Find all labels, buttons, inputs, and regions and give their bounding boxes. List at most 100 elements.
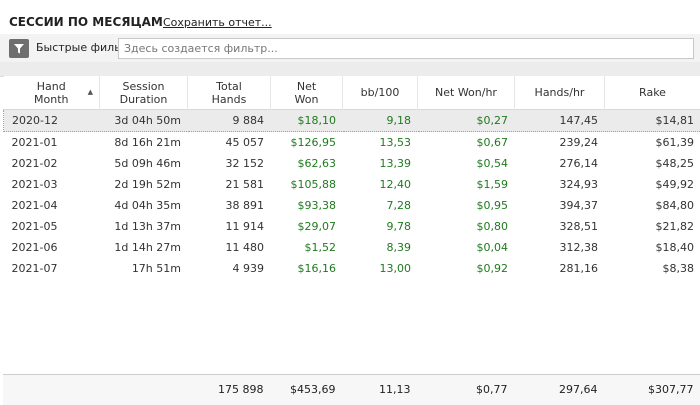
totals-row: 175 898 $453,69 11,13 $0,77 297,64 $307,…: [3, 374, 700, 405]
total-hands-hr: 297,64: [514, 375, 604, 404]
column-header-bb100[interactable]: bb/100: [343, 76, 418, 110]
cell-month: 2020-12: [4, 110, 100, 132]
quick-filter-label: Быстрые фильтры: [36, 41, 118, 54]
column-header-label: Total: [216, 80, 242, 93]
cell-hands-hr: 324,93: [515, 174, 605, 195]
cell-duration: 1d 13h 37m: [100, 216, 188, 237]
cell-net-won-hr: $0,27: [418, 110, 515, 132]
cell-hands-hr: 147,45: [515, 110, 605, 132]
column-header-total-hands[interactable]: TotalHands: [188, 76, 271, 110]
cell-net-won: $126,95: [271, 132, 343, 154]
cell-bb100: 13,39: [343, 153, 418, 174]
cell-total-hands: 38 891: [188, 195, 271, 216]
cell-month: 2021-01: [4, 132, 100, 154]
cell-hands-hr: 394,37: [515, 195, 605, 216]
column-header-net-won-hr[interactable]: Net Won/hr: [418, 76, 515, 110]
cell-net-won-hr: $1,59: [418, 174, 515, 195]
cell-month: 2021-04: [4, 195, 100, 216]
cell-net-won: $105,88: [271, 174, 343, 195]
cell-net-won: $29,07: [271, 216, 343, 237]
column-header-label: Rake: [639, 86, 666, 99]
table-body: 2020-123d 04h 50m9 884$18,109,18$0,27147…: [4, 110, 700, 280]
column-header-hands-hr[interactable]: Hands/hr: [515, 76, 605, 110]
cell-rake: $21,82: [605, 216, 700, 237]
column-header-label: Won: [295, 93, 319, 106]
cell-bb100: 7,28: [343, 195, 418, 216]
cell-bb100: 9,18: [343, 110, 418, 132]
cell-duration: 3d 04h 50m: [100, 110, 188, 132]
cell-net-won: $1,52: [271, 237, 343, 258]
column-header-hand-month[interactable]: HandMonth ▲: [4, 76, 100, 110]
column-header-label: Session: [123, 80, 165, 93]
cell-bb100: 12,40: [343, 174, 418, 195]
cell-total-hands: 4 939: [188, 258, 271, 279]
table-row[interactable]: 2021-025d 09h 46m32 152$62,6313,39$0,542…: [4, 153, 700, 174]
cell-rake: $14,81: [605, 110, 700, 132]
column-header-label: Net: [297, 80, 316, 93]
cell-net-won-hr: $0,92: [418, 258, 515, 279]
cell-rake: $61,39: [605, 132, 700, 154]
total-rake: $307,77: [604, 375, 700, 404]
sort-ascending-icon: ▲: [88, 86, 93, 99]
cell-net-won-hr: $0,54: [418, 153, 515, 174]
cell-month: 2021-03: [4, 174, 100, 195]
column-header-session-duration[interactable]: SessionDuration: [100, 76, 188, 110]
column-header-label: Month: [34, 93, 68, 106]
table-header-row: HandMonth ▲ SessionDuration TotalHands Ne…: [4, 76, 700, 110]
cell-bb100: 13,53: [343, 132, 418, 154]
cell-rake: $18,40: [605, 237, 700, 258]
page-title: СЕССИИ ПО МЕСЯЦАМ: [9, 15, 163, 29]
cell-net-won: $62,63: [271, 153, 343, 174]
cell-total-hands: 21 581: [188, 174, 271, 195]
cell-net-won: $16,16: [271, 258, 343, 279]
column-header-rake[interactable]: Rake: [605, 76, 700, 110]
cell-hands-hr: 276,14: [515, 153, 605, 174]
total-hands: 175 898: [187, 375, 270, 404]
cell-month: 2021-02: [4, 153, 100, 174]
table-row[interactable]: 2021-018d 16h 21m45 057$126,9513,53$0,67…: [4, 132, 700, 154]
table-row[interactable]: 2021-051d 13h 37m11 914$29,079,78$0,8032…: [4, 216, 700, 237]
table-row[interactable]: 2021-0717h 51m4 939$16,1613,00$0,92281,1…: [4, 258, 700, 279]
cell-total-hands: 11 480: [188, 237, 271, 258]
cell-hands-hr: 312,38: [515, 237, 605, 258]
column-header-label: Hand: [37, 80, 66, 93]
cell-total-hands: 45 057: [188, 132, 271, 154]
cell-total-hands: 32 152: [188, 153, 271, 174]
total-bb100: 11,13: [342, 375, 417, 404]
cell-net-won: $93,38: [271, 195, 343, 216]
total-net-won-hr: $0,77: [417, 375, 514, 404]
cell-bb100: 8,39: [343, 237, 418, 258]
total-net-won: $453,69: [270, 375, 342, 404]
cell-total-hands: 9 884: [188, 110, 271, 132]
column-header-label: bb/100: [361, 86, 400, 99]
total-duration: [99, 375, 187, 404]
cell-rake: $8,38: [605, 258, 700, 279]
funnel-icon[interactable]: [9, 39, 29, 58]
cell-net-won-hr: $0,67: [418, 132, 515, 154]
cell-hands-hr: 281,16: [515, 258, 605, 279]
column-header-label: Duration: [120, 93, 168, 106]
grid-toolbar-strip: [0, 62, 700, 77]
cell-net-won-hr: $0,04: [418, 237, 515, 258]
table-row[interactable]: 2021-044d 04h 35m38 891$93,387,28$0,9539…: [4, 195, 700, 216]
table-row[interactable]: 2021-061d 14h 27m11 480$1,528,39$0,04312…: [4, 237, 700, 258]
table-row[interactable]: 2021-032d 19h 52m21 581$105,8812,40$1,59…: [4, 174, 700, 195]
cell-net-won: $18,10: [271, 110, 343, 132]
cell-duration: 17h 51m: [100, 258, 188, 279]
cell-net-won-hr: $0,95: [418, 195, 515, 216]
total-month: [3, 375, 99, 404]
column-header-net-won[interactable]: NetWon: [271, 76, 343, 110]
cell-hands-hr: 239,24: [515, 132, 605, 154]
sessions-table: HandMonth ▲ SessionDuration TotalHands Ne…: [3, 76, 700, 404]
totals-row-cells: 175 898 $453,69 11,13 $0,77 297,64 $307,…: [3, 375, 700, 404]
cell-duration: 4d 04h 35m: [100, 195, 188, 216]
column-header-label: Net Won/hr: [435, 86, 497, 99]
cell-duration: 5d 09h 46m: [100, 153, 188, 174]
cell-duration: 2d 19h 52m: [100, 174, 188, 195]
cell-rake: $84,80: [605, 195, 700, 216]
table-row[interactable]: 2020-123d 04h 50m9 884$18,109,18$0,27147…: [4, 110, 700, 132]
cell-rake: $48,25: [605, 153, 700, 174]
save-report-link[interactable]: Сохранить отчет...: [163, 16, 272, 29]
filter-input[interactable]: [118, 38, 694, 59]
quick-filter-bar: Быстрые фильтры: [0, 34, 700, 62]
